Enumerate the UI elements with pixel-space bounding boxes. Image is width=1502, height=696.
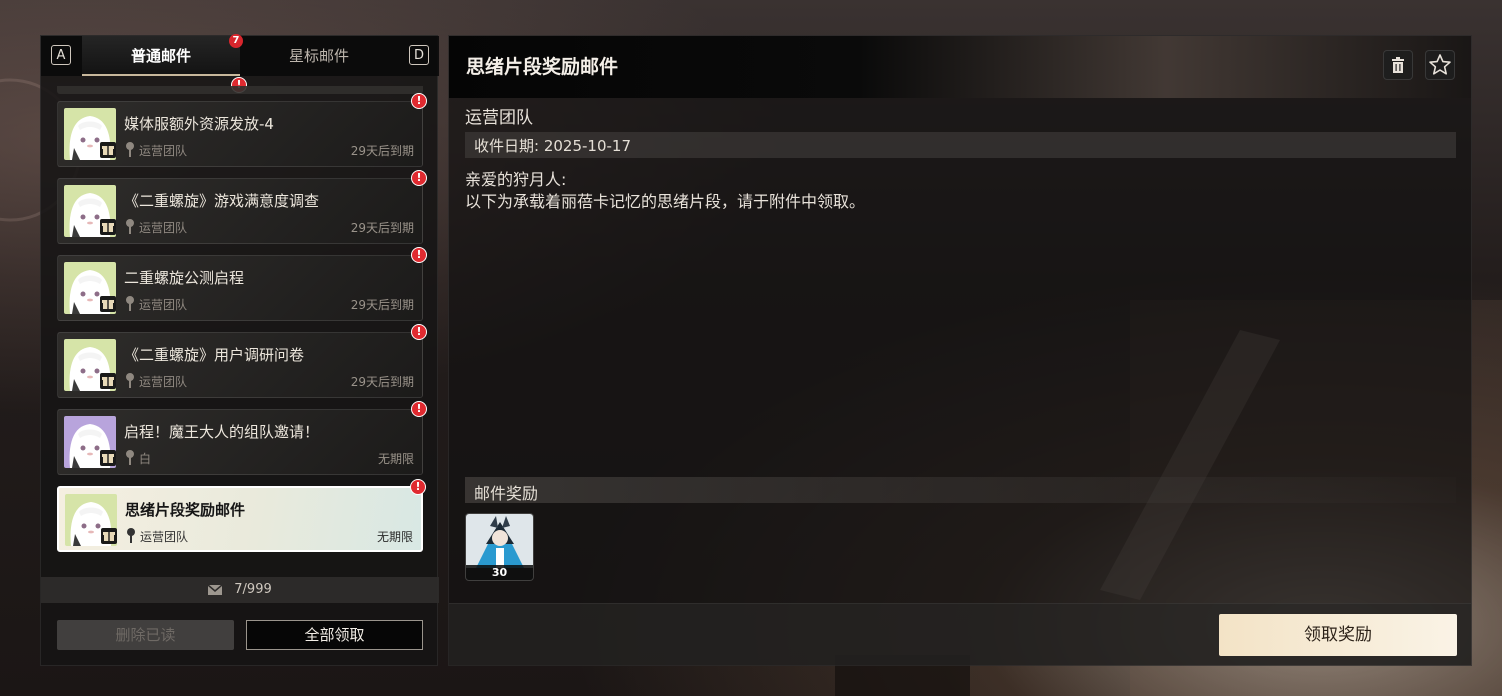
- pin-icon: [126, 142, 134, 157]
- tab-starred-mail[interactable]: 星标邮件: [240, 36, 398, 76]
- mail-capacity-count: 7/999: [234, 582, 272, 597]
- mail-item-title: 《二重螺旋》游戏满意度调查: [124, 192, 320, 210]
- mail-item-expiry: 29天后到期: [350, 144, 414, 158]
- pin-icon: [126, 296, 134, 311]
- mail-item-sender: 运营团队: [139, 221, 188, 235]
- claim-all-button[interactable]: 全部领取: [246, 620, 423, 650]
- mail-item-title: 《二重螺旋》用户调研问卷: [124, 346, 305, 364]
- envelope-icon: [208, 584, 223, 595]
- mail-item-expiry: 29天后到期: [350, 298, 414, 312]
- mail-list-item[interactable]: 《二重螺旋》用户调研问卷运营团队 29天后到期!: [57, 324, 427, 398]
- character-portrait-icon: [466, 514, 533, 568]
- mail-item-title: 启程！魔王大人的组队邀请！: [124, 423, 320, 441]
- reward-quantity: 30: [466, 565, 533, 580]
- pin-icon: [126, 450, 134, 465]
- rewards-section-label: 邮件奖励: [474, 484, 539, 503]
- rewards-section-header: 邮件奖励: [465, 477, 1456, 503]
- mail-item-sender: 运营团队: [140, 530, 189, 544]
- reward-item-memory-fragment[interactable]: 30: [465, 513, 534, 581]
- prev-tab-key-hint[interactable]: A: [51, 45, 71, 65]
- unread-alert-icon: !: [411, 247, 427, 263]
- list-item-partial: [57, 86, 423, 94]
- gift-icon: [100, 373, 116, 389]
- mail-item-title: 二重螺旋公测启程: [124, 269, 245, 287]
- mail-detail-header: 思绪片段奖励邮件: [449, 36, 1471, 98]
- mail-item-expiry: 29天后到期: [350, 221, 414, 235]
- mail-item-sender: 白: [139, 452, 152, 466]
- gift-icon: [100, 296, 116, 312]
- mail-body-text: 以下为承载着丽蓓卡记忆的思绪片段，请于附件中领取。: [465, 192, 866, 211]
- mail-detail-panel: 思绪片段奖励邮件 运营团队 收件日期: 2025-10-17 亲爱的狩月人: 以…: [448, 35, 1472, 666]
- mail-item-sender: 运营团队: [139, 375, 188, 389]
- star-mail-button[interactable]: [1425, 50, 1455, 80]
- mail-item-expiry: 无期限: [377, 452, 414, 466]
- tab-starred-mail-label: 星标邮件: [288, 47, 349, 65]
- gift-icon: [100, 219, 116, 235]
- mail-item-expiry: 无期限: [376, 530, 413, 544]
- next-tab-key-hint[interactable]: D: [409, 45, 429, 65]
- unread-alert-icon: !: [410, 479, 426, 495]
- mail-list-item[interactable]: 媒体服额外资源发放-4 运营团队 29天后到期!: [57, 93, 427, 167]
- mail-capacity-bar: 7/999: [41, 577, 439, 603]
- trash-icon: [1392, 57, 1404, 73]
- unread-alert-icon: !: [411, 401, 427, 417]
- mail-item-sender: 运营团队: [139, 144, 188, 158]
- received-date-row: 收件日期: 2025-10-17: [465, 132, 1456, 158]
- gift-icon: [101, 528, 117, 544]
- gift-icon: [100, 450, 116, 466]
- star-icon: [1429, 54, 1451, 75]
- mail-item-title: 思绪片段奖励邮件: [125, 501, 246, 519]
- pin-icon: [126, 219, 134, 234]
- mail-body: 亲爱的狩月人: 以下为承载着丽蓓卡记忆的思绪片段，请于附件中领取。: [465, 169, 865, 213]
- gift-icon: [100, 142, 116, 158]
- unread-alert-icon: !: [411, 324, 427, 340]
- mail-list[interactable]: 媒体服额外资源发放-4 运营团队 29天后到期! 《二重螺旋》游戏满意度调查 运营团队 2…: [41, 76, 439, 576]
- mail-list-item[interactable]: 启程！魔王大人的组队邀请！ 白 无期限!: [57, 401, 427, 475]
- mail-body-greeting: 亲爱的狩月人:: [465, 170, 567, 189]
- unread-alert-icon: !: [411, 93, 427, 109]
- claim-reward-button[interactable]: 领取奖励: [1219, 614, 1457, 656]
- mail-list-item[interactable]: 思绪片段奖励邮件运营团队 无期限!: [57, 479, 426, 552]
- mail-detail-footer: 领取奖励: [449, 603, 1471, 665]
- delete-read-button[interactable]: 删除已读: [57, 620, 234, 650]
- mail-list-item[interactable]: 《二重螺旋》游戏满意度调查运营团队 29天后到期!: [57, 170, 427, 244]
- pin-icon: [127, 528, 135, 543]
- pin-icon: [126, 373, 134, 388]
- mail-list-panel: A 普通邮件 7 星标邮件 D ! 媒体服额外资源发放-4 运营团队 29天后到期!…: [40, 34, 439, 666]
- received-date: 收件日期: 2025-10-17: [474, 137, 631, 155]
- mail-list-item[interactable]: 二重螺旋公测启程运营团队 29天后到期!: [57, 247, 427, 321]
- mail-item-title: 媒体服额外资源发放-4: [124, 115, 274, 133]
- tab-normal-mail[interactable]: 普通邮件 7: [82, 34, 243, 76]
- delete-mail-button[interactable]: [1383, 50, 1413, 80]
- mail-tab-bar: A 普通邮件 7 星标邮件 D: [41, 34, 439, 76]
- tab-normal-mail-label: 普通邮件: [130, 47, 191, 65]
- unread-alert-icon: !: [411, 170, 427, 186]
- mail-item-sender: 运营团队: [139, 298, 188, 312]
- mail-item-expiry: 29天后到期: [350, 375, 414, 389]
- mail-detail-sender: 运营团队: [465, 108, 533, 128]
- mail-detail-title: 思绪片段奖励邮件: [466, 56, 619, 78]
